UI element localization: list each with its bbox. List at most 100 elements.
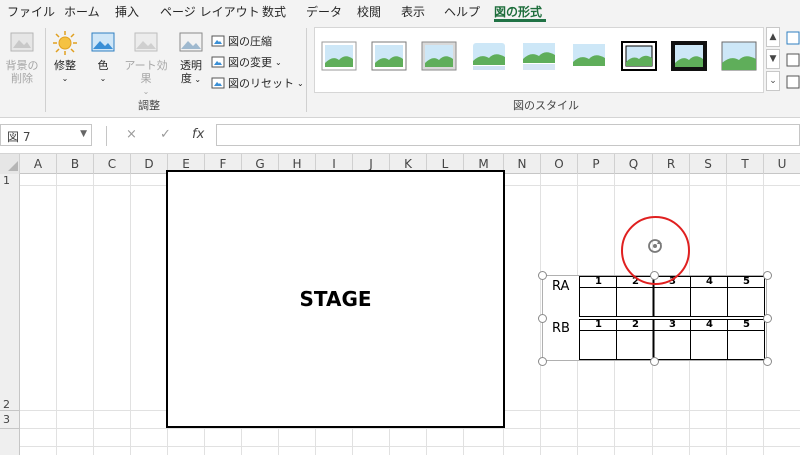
formula-input[interactable] xyxy=(216,124,800,146)
chevron-down-icon[interactable]: ▼ xyxy=(80,129,87,139)
tab-insert[interactable]: 挿入 xyxy=(115,3,139,20)
column-header-s[interactable]: S xyxy=(690,154,727,174)
annotation-circle xyxy=(621,216,690,285)
corrections-label: 修整 xyxy=(54,59,76,72)
ribbon: 背景の 削除 修整 ⌄ 色 ⌄ アート効果 ⌄ 透明 度 ⌄ 図の圧縮 図の変更… xyxy=(0,24,800,118)
picture-style-thumb[interactable] xyxy=(621,41,657,71)
transparency-button[interactable]: 透明 度 ⌄ xyxy=(176,30,206,86)
resize-handle-bottom[interactable] xyxy=(650,357,659,366)
column-header-c[interactable]: C xyxy=(94,154,131,174)
compress-label: 図の圧縮 xyxy=(228,35,272,48)
color-button[interactable]: 色 ⌄ xyxy=(88,30,118,85)
tab-page-layout[interactable]: ページ レイアウト xyxy=(160,3,260,20)
column-header-p[interactable]: P xyxy=(578,154,615,174)
seat-number: 1 xyxy=(595,319,602,330)
column-header-a[interactable]: A xyxy=(20,154,57,174)
sun-icon xyxy=(53,31,77,55)
seat-chart-picture[interactable]: RA RB 1 2 3 4 5 1 2 3 4 5 xyxy=(542,275,767,361)
seat-row-label-ra: RA xyxy=(552,279,570,294)
change-picture-label: 図の変更 xyxy=(228,56,272,69)
seat-number: 4 xyxy=(706,276,713,287)
picture-style-thumb[interactable] xyxy=(421,41,457,71)
seat-row-label-rb: RB xyxy=(552,321,570,336)
picture-style-thumb[interactable] xyxy=(471,41,507,71)
row-headers: 1 2 3 xyxy=(0,174,20,455)
picture-style-thumb[interactable] xyxy=(321,41,357,71)
seat-number: 5 xyxy=(743,319,750,330)
resize-handle-top-left[interactable] xyxy=(538,271,547,280)
seat-chart-grid xyxy=(542,275,767,361)
tab-file[interactable]: ファイル xyxy=(7,3,55,20)
column-header-b[interactable]: B xyxy=(57,154,94,174)
picture-style-thumb[interactable] xyxy=(721,41,757,71)
picture-style-thumb[interactable] xyxy=(371,41,407,71)
column-header-t[interactable]: T xyxy=(727,154,764,174)
resize-handle-top-right[interactable] xyxy=(763,271,772,280)
tab-help[interactable]: ヘルプ xyxy=(444,3,480,20)
seat-number: 5 xyxy=(743,276,750,287)
chevron-down-icon: ⌄ xyxy=(275,57,282,67)
transparency-label-2: 度 xyxy=(180,72,192,85)
remove-background-icon xyxy=(10,32,34,52)
picture-styles-group-label: 図のスタイル xyxy=(513,99,579,112)
remove-background-label-1: 背景の xyxy=(5,59,39,72)
column-header-u[interactable]: U xyxy=(764,154,800,174)
column-header-d[interactable]: D xyxy=(131,154,168,174)
artistic-effects-button[interactable]: アート効果 ⌄ xyxy=(120,30,172,98)
active-tab-indicator xyxy=(494,19,546,22)
tab-home[interactable]: ホーム xyxy=(64,3,100,20)
reset-picture-label: 図のリセット xyxy=(228,77,294,90)
chevron-down-icon: ⌄ xyxy=(297,78,304,88)
gallery-scroll-down-icon[interactable]: ▼ xyxy=(766,49,780,69)
tab-formulas[interactable]: 数式 xyxy=(262,3,286,20)
reset-picture-button[interactable]: 図のリセット ⌄ xyxy=(211,75,304,91)
insert-function-button[interactable]: fx xyxy=(192,127,204,142)
picture-color-icon xyxy=(91,32,115,52)
remove-background-label-2: 削除 xyxy=(11,72,33,85)
ribbon-tab-bar: ファイル ホーム 挿入 ページ レイアウト 数式 データ 校閲 表示 ヘルプ 図… xyxy=(0,0,800,24)
select-all-triangle-icon xyxy=(7,161,18,171)
enter-icon[interactable]: ✓ xyxy=(160,127,171,142)
group-separator xyxy=(306,28,307,112)
picture-styles-gallery xyxy=(314,27,764,93)
reset-picture-icon xyxy=(211,77,225,89)
stage-shape[interactable]: STAGE xyxy=(166,170,505,428)
name-box[interactable]: 図 7 ▼ xyxy=(0,124,92,146)
resize-handle-right[interactable] xyxy=(763,314,772,323)
gallery-scroll: ▲ ▼ ⌄ xyxy=(766,27,782,93)
row-divider xyxy=(0,410,20,411)
tab-review[interactable]: 校閲 xyxy=(357,3,381,20)
column-header-n[interactable]: N xyxy=(504,154,541,174)
picture-style-thumb[interactable] xyxy=(521,41,557,71)
column-header-r[interactable]: R xyxy=(653,154,690,174)
column-header-q[interactable]: Q xyxy=(615,154,653,174)
corrections-button[interactable]: 修整 ⌄ xyxy=(50,30,80,85)
resize-handle-left[interactable] xyxy=(538,314,547,323)
compress-pictures-button[interactable]: 図の圧縮 xyxy=(211,33,272,49)
picture-style-thumb[interactable] xyxy=(671,41,707,71)
change-picture-button[interactable]: 図の変更 ⌄ xyxy=(211,54,282,70)
resize-handle-bottom-right[interactable] xyxy=(763,357,772,366)
tab-picture-format[interactable]: 図の形式 xyxy=(494,3,542,20)
tab-view[interactable]: 表示 xyxy=(401,3,425,20)
picture-border-icon[interactable] xyxy=(786,30,800,90)
cancel-icon[interactable]: × xyxy=(126,127,137,142)
adjust-group-label: 調整 xyxy=(138,99,160,112)
artistic-effects-label: アート効果 xyxy=(124,59,168,85)
transparency-icon xyxy=(179,32,203,52)
row-header-3[interactable]: 3 xyxy=(0,413,20,426)
name-box-value: 図 7 xyxy=(7,130,31,144)
row-header-1[interactable]: 1 xyxy=(0,174,20,187)
compress-icon xyxy=(211,35,225,47)
remove-background-button[interactable]: 背景の 削除 xyxy=(2,30,42,85)
gallery-more-icon[interactable]: ⌄ xyxy=(766,71,780,91)
tab-data[interactable]: データ xyxy=(306,3,342,20)
gallery-scroll-up-icon[interactable]: ▲ xyxy=(766,27,780,47)
select-all-corner[interactable] xyxy=(0,154,20,174)
picture-style-thumb[interactable] xyxy=(571,41,607,71)
column-header-o[interactable]: O xyxy=(541,154,578,174)
resize-handle-bottom-left[interactable] xyxy=(538,357,547,366)
stage-label: STAGE xyxy=(299,287,372,311)
artistic-effects-icon xyxy=(134,32,158,52)
color-label: 色 xyxy=(97,59,109,72)
